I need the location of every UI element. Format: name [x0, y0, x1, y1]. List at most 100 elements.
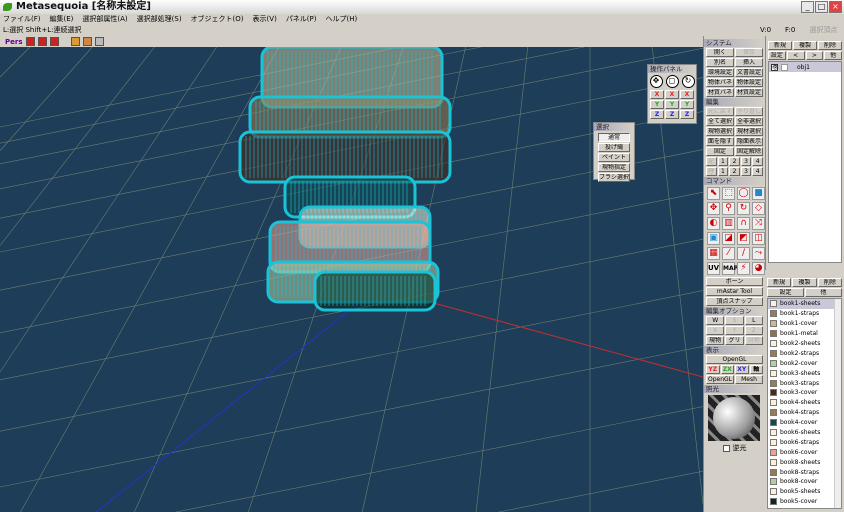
- menu-item[interactable]: ヘルプ(H): [326, 14, 358, 25]
- edge-icon[interactable]: ▥: [722, 217, 735, 230]
- wand-icon[interactable]: ⚡: [737, 262, 750, 275]
- command-button[interactable]: mAstar Tool: [706, 287, 763, 296]
- material-icon[interactable]: [82, 37, 92, 46]
- prev-object-button[interactable]: <: [786, 51, 805, 60]
- system-button[interactable]: 物体設定: [735, 78, 763, 87]
- menu-item[interactable]: オブジェクト(O): [191, 14, 244, 25]
- select-mode-button[interactable]: 現物指定: [598, 163, 630, 172]
- select-mode-button[interactable]: 通常: [598, 133, 630, 142]
- memory-slot-button[interactable]: 4: [752, 157, 763, 166]
- curve-icon[interactable]: ⁄: [722, 247, 735, 260]
- material-list-item[interactable]: book1-straps: [768, 309, 841, 319]
- edit-button[interactable]: 元に戻す: [706, 107, 734, 116]
- visibility-icon[interactable]: 👁: [771, 63, 778, 71]
- view-icon[interactable]: [25, 37, 35, 46]
- memory-slot-button[interactable]: 3: [740, 167, 752, 176]
- close-button[interactable]: ×: [829, 1, 842, 13]
- memory-slot-button[interactable]: 2: [729, 167, 740, 176]
- delete-object-button[interactable]: 削除: [818, 41, 842, 50]
- material-list-item[interactable]: book5-cover: [768, 497, 841, 507]
- view-icon[interactable]: [37, 37, 47, 46]
- axis-x-button[interactable]: X: [665, 90, 679, 99]
- lasso-icon[interactable]: ◯: [737, 187, 750, 200]
- knife-icon[interactable]: ◐: [707, 217, 720, 230]
- axis-z-button[interactable]: Z: [650, 110, 664, 119]
- system-button[interactable]: 別名: [706, 58, 734, 67]
- lock-icon[interactable]: [781, 63, 788, 71]
- z-lock-button[interactable]: Z: [744, 326, 763, 335]
- edit-button[interactable]: 隠面表示: [735, 137, 763, 146]
- s-button[interactable]: S: [725, 316, 744, 325]
- move-icon[interactable]: ✥: [707, 202, 720, 215]
- system-button[interactable]: 環境設定: [706, 68, 734, 77]
- magnet-icon[interactable]: ∩: [737, 217, 750, 230]
- material-list-item[interactable]: book8-straps: [768, 467, 841, 477]
- pen-icon[interactable]: ∕: [737, 247, 750, 260]
- edit-button[interactable]: 全非選択: [735, 117, 763, 126]
- material-settings-button[interactable]: 設定: [767, 288, 804, 297]
- yz-view-button[interactable]: YZ: [706, 365, 720, 374]
- axis-y-button[interactable]: Y: [680, 100, 694, 109]
- new-object-button[interactable]: 新規: [768, 41, 792, 50]
- menu-item[interactable]: パネル(P): [286, 14, 317, 25]
- material-scrollbar[interactable]: [834, 299, 841, 508]
- select-arrow-icon[interactable]: ⬉: [707, 187, 720, 200]
- memory-slot-button[interactable]: 2: [729, 157, 740, 166]
- system-button[interactable]: 文書設定: [735, 68, 763, 77]
- memory-label[interactable]: 呼出: [706, 167, 717, 176]
- edit-button[interactable]: 現材選択: [735, 127, 763, 136]
- edit-button[interactable]: 現物選択: [706, 127, 734, 136]
- object-other-button[interactable]: 他: [824, 51, 842, 60]
- edit-button[interactable]: 全て選択: [706, 117, 734, 126]
- memory-slot-button[interactable]: 1: [717, 167, 729, 176]
- axis-view-button[interactable]: 軸: [749, 365, 763, 374]
- axis-z-button[interactable]: Z: [680, 110, 694, 119]
- material-list-item[interactable]: book1-sheets: [768, 299, 841, 309]
- duplicate-object-button[interactable]: 複製: [793, 41, 817, 50]
- w-button[interactable]: W: [706, 316, 725, 325]
- edit-button[interactable]: 固定: [706, 147, 734, 156]
- bevel-icon[interactable]: ◇: [752, 202, 765, 215]
- command-button[interactable]: 頂点スナップ: [706, 297, 763, 306]
- 3d-viewport[interactable]: [0, 47, 703, 512]
- delete-material-button[interactable]: 削除: [817, 278, 842, 287]
- axis-y-button[interactable]: Y: [650, 100, 664, 109]
- next-object-button[interactable]: >: [805, 51, 824, 60]
- material-list-item[interactable]: book8-sheets: [768, 457, 841, 467]
- material-list-item[interactable]: book1-cover: [768, 319, 841, 329]
- mesh-button[interactable]: Mesh: [735, 375, 763, 384]
- mirror-icon[interactable]: ◫: [752, 232, 765, 245]
- copy-icon[interactable]: [94, 37, 104, 46]
- material-list-item[interactable]: book2-cover: [768, 358, 841, 368]
- select-mode-button[interactable]: 投げ縄: [598, 143, 630, 152]
- opengl-toggle-button[interactable]: OpenGL: [706, 375, 734, 384]
- select-mode-button[interactable]: ブラシ選択: [598, 173, 630, 182]
- bridge-icon[interactable]: ⤨: [752, 217, 765, 230]
- menu-item[interactable]: 選択部処理(S): [137, 14, 182, 25]
- memory-label[interactable]: 記憶: [706, 157, 717, 166]
- sweep-icon[interactable]: ⤳: [752, 247, 765, 260]
- system-button[interactable]: 保存: [735, 48, 763, 57]
- scale-icon[interactable]: ◻: [665, 75, 679, 88]
- menu-item[interactable]: 編集(E): [50, 14, 74, 25]
- palette-icon[interactable]: ◕: [752, 262, 765, 275]
- symmetry-button[interactable]: 対称: [744, 336, 763, 345]
- material-list-item[interactable]: book4-sheets: [768, 398, 841, 408]
- material-list-item[interactable]: book6-sheets: [768, 428, 841, 438]
- face-icon[interactable]: ◪: [722, 232, 735, 245]
- current-object-button[interactable]: 現物: [706, 336, 725, 345]
- minimize-button[interactable]: _: [801, 1, 814, 13]
- material-other-button[interactable]: 他: [805, 288, 842, 297]
- memory-slot-button[interactable]: 1: [717, 157, 729, 166]
- material-list-item[interactable]: book6-cover: [768, 447, 841, 457]
- material-list-item[interactable]: book8-cover: [768, 477, 841, 487]
- rotate-icon[interactable]: ↻: [737, 202, 750, 215]
- new-material-button[interactable]: 新規: [767, 278, 792, 287]
- material-list-item[interactable]: book2-straps: [768, 348, 841, 358]
- grid-snap-button[interactable]: グリッド: [725, 336, 744, 345]
- viewport-canvas[interactable]: [0, 47, 703, 512]
- x-lock-button[interactable]: X: [706, 326, 725, 335]
- view-mode-button[interactable]: Pers: [5, 38, 23, 46]
- menu-item[interactable]: ファイル(F): [3, 14, 41, 25]
- material-list-item[interactable]: book3-sheets: [768, 368, 841, 378]
